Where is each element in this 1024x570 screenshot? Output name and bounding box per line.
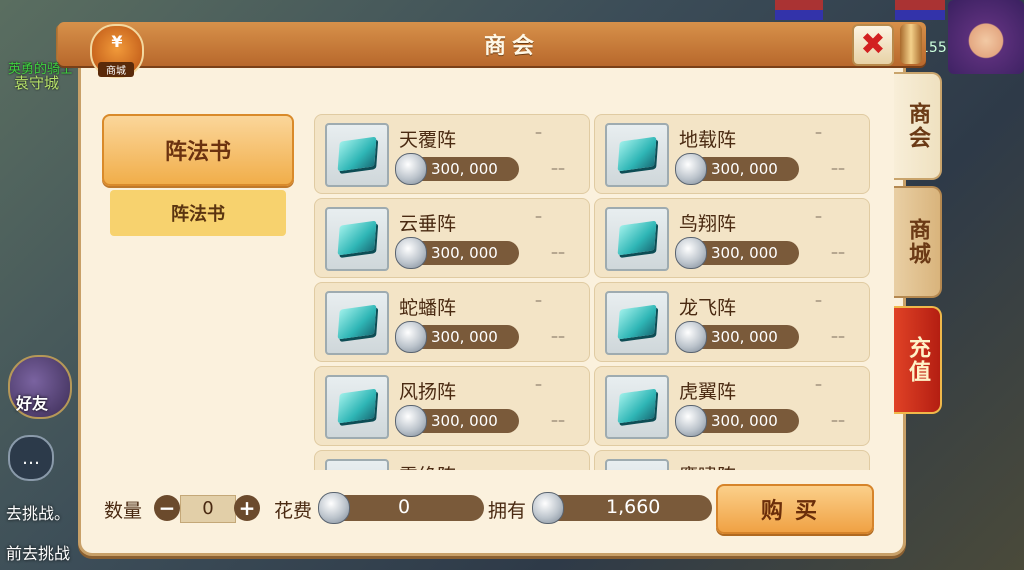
item-dash: – bbox=[535, 125, 542, 141]
item-name: 蛇蟠阵 bbox=[399, 297, 457, 319]
book-icon bbox=[617, 220, 657, 256]
item-double-dash: –– bbox=[831, 413, 845, 429]
item-price: 300, 000 bbox=[711, 244, 778, 262]
item-price: 300, 000 bbox=[711, 328, 778, 346]
book-icon bbox=[617, 136, 657, 172]
item-price: 300, 000 bbox=[431, 244, 498, 262]
chat-icon[interactable]: … bbox=[8, 435, 54, 481]
item-name: 风扬阵 bbox=[399, 381, 457, 403]
silver-coin-icon bbox=[318, 492, 350, 524]
item-double-dash: –– bbox=[831, 245, 845, 261]
npc-title: 袁守城 bbox=[14, 74, 60, 92]
item-price: 300, 000 bbox=[431, 160, 498, 178]
friend-label: 好友 bbox=[16, 394, 49, 413]
item-price: 300, 000 bbox=[431, 328, 498, 346]
item-dash: – bbox=[815, 377, 822, 393]
shop-logo-label: 商城 bbox=[98, 62, 134, 77]
silver-coin-icon bbox=[675, 405, 707, 437]
item-dash: – bbox=[535, 377, 542, 393]
owned-value: 1,660 bbox=[606, 496, 661, 518]
shop-item-card[interactable]: 龙飞阵 – 300, 000 –– bbox=[594, 282, 870, 362]
item-name: 地载阵 bbox=[679, 129, 737, 151]
formation-book-icon bbox=[325, 291, 389, 355]
item-dash: – bbox=[815, 125, 822, 141]
item-name: 云垂阵 bbox=[399, 213, 457, 235]
yen-icon: ¥ bbox=[111, 32, 123, 51]
shop-item-card[interactable]: 地载阵 – 300, 000 –– bbox=[594, 114, 870, 194]
silver-coin-icon bbox=[675, 321, 707, 353]
formation-book-icon bbox=[605, 291, 669, 355]
shop-item-card[interactable]: 虎翼阵 – 300, 000 –– bbox=[594, 366, 870, 446]
item-name: 虎翼阵 bbox=[679, 381, 737, 403]
hp-mp-bar bbox=[775, 0, 823, 20]
formation-book-icon bbox=[605, 459, 669, 470]
item-name: 龙飞阵 bbox=[679, 297, 737, 319]
item-double-dash: –– bbox=[551, 245, 565, 261]
item-dash: – bbox=[535, 209, 542, 225]
category-formation-books[interactable]: 阵法书 bbox=[102, 114, 294, 186]
book-icon bbox=[617, 304, 657, 340]
tab-recharge[interactable]: 充值 bbox=[894, 306, 942, 414]
silver-coin-icon bbox=[395, 405, 427, 437]
tab-mall[interactable]: 商城 bbox=[894, 186, 942, 298]
item-double-dash: –– bbox=[831, 161, 845, 177]
book-icon bbox=[337, 220, 377, 256]
item-name: 鹰啸阵 bbox=[679, 461, 736, 470]
item-dash: – bbox=[815, 209, 822, 225]
cost-value: 0 bbox=[398, 496, 411, 518]
item-double-dash: –– bbox=[831, 329, 845, 345]
formation-book-icon bbox=[605, 207, 669, 271]
decrease-quantity-button[interactable]: − bbox=[154, 495, 180, 521]
silver-coin-icon bbox=[532, 492, 564, 524]
book-icon bbox=[337, 136, 377, 172]
item-double-dash: –– bbox=[551, 161, 565, 177]
book-icon bbox=[337, 388, 377, 424]
item-dash: – bbox=[535, 293, 542, 309]
book-icon bbox=[337, 304, 377, 340]
item-price: 300, 000 bbox=[431, 412, 498, 430]
item-name: 雷绝阵 bbox=[399, 461, 456, 470]
formation-book-icon bbox=[605, 375, 669, 439]
cost-label: 花费 bbox=[274, 500, 313, 522]
buy-button[interactable]: 购买 bbox=[716, 484, 874, 534]
quantity-label: 数量 bbox=[104, 500, 143, 522]
book-icon bbox=[617, 388, 657, 424]
chat-line: 前去挑战 bbox=[6, 544, 71, 563]
item-grid[interactable]: 天覆阵 –300, 000 –– 地载阵 –300, 000 –– 云垂阵 –300, 000… bbox=[314, 114, 870, 470]
shop-item-card[interactable]: 蛇蟠阵 – 300, 000 –– bbox=[314, 282, 590, 362]
item-name: 鸟翔阵 bbox=[679, 213, 737, 235]
formation-book-icon bbox=[325, 459, 389, 470]
silver-coin-icon bbox=[395, 237, 427, 269]
shop-item-card[interactable]: 云垂阵 – 300, 000 –– bbox=[314, 198, 590, 278]
silver-coin-icon bbox=[675, 237, 707, 269]
silver-coin-icon bbox=[395, 321, 427, 353]
formation-book-icon bbox=[325, 207, 389, 271]
silver-coin-icon bbox=[675, 153, 707, 185]
shop-item-card[interactable]: 鸟翔阵 – 300, 000 –– bbox=[594, 198, 870, 278]
formation-book-icon bbox=[605, 123, 669, 187]
item-dash: – bbox=[815, 293, 822, 309]
silver-coin-icon bbox=[395, 153, 427, 185]
item-price: 300, 000 bbox=[711, 412, 778, 430]
close-button[interactable]: ✖ bbox=[852, 24, 894, 66]
formation-book-icon bbox=[325, 375, 389, 439]
shop-item-card[interactable]: 风扬阵 – 300, 000 –– bbox=[314, 366, 590, 446]
item-double-dash: –– bbox=[551, 329, 565, 345]
chat-line: 去挑战。 bbox=[6, 504, 71, 523]
item-price: 300, 000 bbox=[711, 160, 778, 178]
item-name: 天覆阵 bbox=[399, 129, 457, 151]
shop-item-card[interactable]: 雷绝阵 bbox=[314, 450, 590, 470]
quantity-field[interactable]: 0 bbox=[180, 495, 236, 523]
tab-chamber-of-commerce[interactable]: 商会 bbox=[894, 72, 942, 180]
subcategory-formation-books[interactable]: 阵法书 bbox=[110, 190, 286, 236]
item-double-dash: –– bbox=[551, 413, 565, 429]
shop-item-card[interactable]: 天覆阵 – 300, 000 –– bbox=[314, 114, 590, 194]
formation-book-icon bbox=[325, 123, 389, 187]
increase-quantity-button[interactable]: + bbox=[234, 495, 260, 521]
shop-item-card[interactable]: 鹰啸阵 bbox=[594, 450, 870, 470]
owned-label: 拥有 bbox=[488, 500, 527, 522]
pet-hp-mp-bar bbox=[895, 0, 945, 20]
